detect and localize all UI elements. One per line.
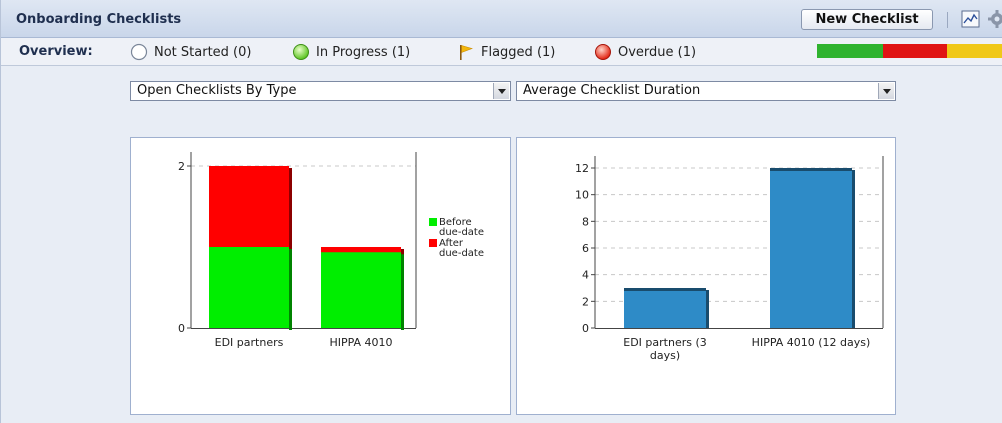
bar-side <box>401 249 404 255</box>
red-circle-icon <box>595 44 611 60</box>
bar-top <box>624 288 706 291</box>
chart-type-select-right[interactable]: Average Checklist Duration <box>516 81 896 101</box>
chart-panel-open-by-type: 0 2 EDI partners HIPPA 4010 Before due-date Af… <box>130 137 511 415</box>
open-checklists-chart: 0 2 EDI partners HIPPA 4010 Before due-dateAf… <box>178 152 484 349</box>
chart-panel-average-duration: 0 2 4 6 8 10 12 EDI partners (3 days) HIPPA 4010 … <box>516 137 896 415</box>
legend-overdue-label: Overdue (1) <box>618 44 697 60</box>
toolbar-divider <box>947 12 948 28</box>
status-summary-bar <box>817 44 1002 58</box>
bar-top <box>770 168 852 171</box>
legend-label: Before due-date <box>439 217 484 238</box>
legend-flagged-label: Flagged (1) <box>481 44 556 60</box>
select-left-value: Open Checklists By Type <box>137 83 297 98</box>
x-tick-label: EDI partners (3 days) <box>623 336 707 362</box>
legend-swatch <box>429 239 437 247</box>
page-title: Onboarding Checklists <box>16 12 182 27</box>
legend-swatch <box>429 218 437 226</box>
chevron-down-icon[interactable] <box>493 83 509 99</box>
bar-segment <box>321 247 401 253</box>
y-tick-label: 12 <box>575 162 589 175</box>
chevron-down-icon[interactable] <box>878 83 894 99</box>
green-circle-icon <box>293 44 309 60</box>
y-tick-label: 0 <box>582 322 589 335</box>
status-segment-overdue <box>883 44 947 58</box>
average-duration-chart: 0 2 4 6 8 10 12 EDI partners (3 days) HIPPA 4010 … <box>575 156 884 362</box>
new-checklist-button[interactable]: New Checklist <box>801 9 933 30</box>
bar-segment <box>321 247 401 328</box>
status-segment-flagged <box>947 44 1002 58</box>
chart-icon[interactable] <box>961 9 981 29</box>
status-segment-in-progress <box>817 44 883 58</box>
legend-not-started[interactable]: Not Started (0) <box>130 43 251 61</box>
bar-side <box>289 249 292 330</box>
empty-circle-icon <box>130 43 148 61</box>
legend-flagged[interactable]: Flagged (1) <box>457 43 555 61</box>
app-frame: Onboarding Checklists New Checklist Over… <box>0 0 1002 423</box>
overview-label: Overview: <box>19 44 93 59</box>
flag-icon <box>460 45 473 60</box>
legend-overdue[interactable]: Overdue (1) <box>594 43 696 61</box>
x-tick-label: HIPPA 4010 <box>329 336 392 349</box>
bar-segment <box>209 166 289 247</box>
legend-in-progress[interactable]: In Progress (1) <box>292 43 410 61</box>
select-right-value: Average Checklist Duration <box>523 83 701 98</box>
bar-side <box>706 290 709 328</box>
y-tick-label: 10 <box>575 189 589 202</box>
legend-not-started-label: Not Started (0) <box>154 44 252 60</box>
x-tick-label: EDI partners <box>215 336 284 349</box>
x-tick-label: HIPPA 4010 (12 days) <box>752 336 871 349</box>
bar-segment <box>209 247 289 328</box>
y-tick-label: 4 <box>582 269 589 282</box>
y-tick-label: 2 <box>582 295 589 308</box>
bar <box>624 288 706 328</box>
y-tick-label: 6 <box>582 242 589 255</box>
bar-side <box>852 170 855 328</box>
legend-label: After due-date <box>439 238 484 259</box>
chart-type-select-left[interactable]: Open Checklists By Type <box>130 81 511 101</box>
y-tick-label: 8 <box>582 215 589 228</box>
bar <box>770 168 852 328</box>
bar-side <box>289 168 292 249</box>
title-bar: Onboarding Checklists New Checklist <box>1 0 1002 38</box>
y-tick-label: 2 <box>178 160 185 173</box>
gear-icon[interactable] <box>987 8 1002 30</box>
bar-side <box>401 249 404 330</box>
y-tick-label: 0 <box>178 322 185 335</box>
legend-in-progress-label: In Progress (1) <box>316 44 411 60</box>
